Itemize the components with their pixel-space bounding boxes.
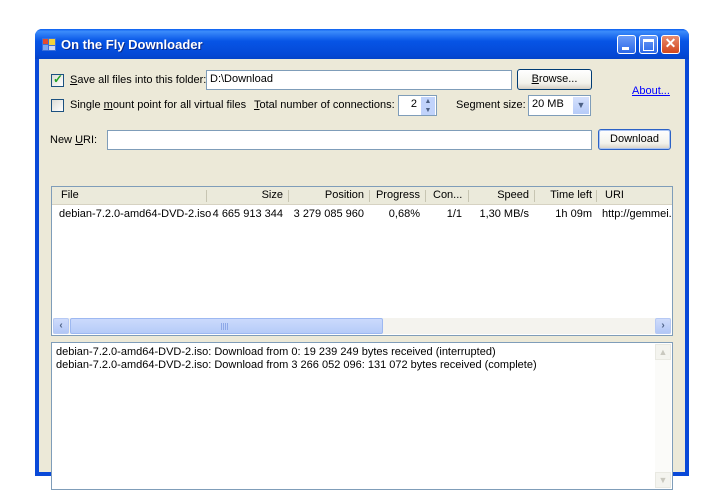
label-text: Se (456, 99, 470, 111)
checkmark-icon: ✓ (53, 72, 64, 86)
scrollbar-thumb[interactable] (70, 318, 383, 334)
cell-position: 3 279 085 960 (293, 208, 364, 220)
column-header-position[interactable]: Position (289, 189, 364, 201)
minimize-icon (622, 47, 629, 50)
new-uri-input[interactable] (107, 130, 592, 150)
download-button[interactable]: Download (598, 129, 671, 150)
save-all-label[interactable]: Save all files into this folder: (70, 74, 206, 86)
single-mount-checkbox[interactable] (51, 99, 64, 112)
label-text: ount point for all virtual files (112, 99, 247, 111)
chevron-down-icon[interactable]: ▼ (573, 97, 589, 114)
connections-label: Total number of connections: (254, 99, 395, 111)
label-text: ment size: (475, 99, 526, 111)
segment-size-select[interactable]: 20 MB ▼ (528, 95, 591, 116)
scroll-up-button[interactable]: ▲ (655, 344, 671, 360)
chevron-right-icon: › (661, 320, 665, 331)
horizontal-scrollbar[interactable]: ‹ › (53, 318, 671, 334)
log-line: debian-7.2.0-amd64-DVD-2.iso: Download f… (56, 359, 537, 371)
app-icon (42, 38, 56, 51)
cell-time-left: 1h 09m (555, 208, 592, 220)
accel-key: U (75, 134, 84, 146)
vertical-scrollbar[interactable]: ▲ ▼ (655, 344, 671, 488)
spin-down-button[interactable]: ▼ (421, 106, 435, 115)
column-header-size[interactable]: Size (207, 189, 283, 201)
connections-spinner[interactable]: 2 ▲ ▼ (398, 95, 437, 116)
scroll-left-button[interactable]: ‹ (53, 318, 69, 334)
folder-input[interactable]: D:\Download (206, 70, 512, 90)
accel-key: m (103, 99, 113, 111)
column-header-speed[interactable]: Speed (469, 189, 529, 201)
close-icon: ✕ (664, 35, 677, 51)
cell-file: debian-7.2.0-amd64-DVD-2.iso (59, 208, 212, 220)
grip-icon (221, 323, 229, 330)
cell-connections: 1/1 (446, 208, 462, 220)
minimize-button[interactable] (617, 35, 636, 54)
button-text: rowse... (538, 73, 578, 85)
column-header-progress[interactable]: Progress (370, 189, 420, 201)
close-button[interactable]: ✕ (661, 35, 680, 54)
label-text: ave all files into this folder: (77, 74, 207, 86)
spin-up-button[interactable]: ▲ (421, 97, 435, 106)
title-bar[interactable]: On the Fly Downloader ✕ (35, 29, 689, 59)
column-separator[interactable] (596, 190, 597, 202)
log-line: debian-7.2.0-amd64-DVD-2.iso: Download f… (56, 346, 496, 358)
log-textbox[interactable]: debian-7.2.0-amd64-DVD-2.iso: Download f… (51, 342, 673, 490)
column-header-file[interactable]: File (61, 189, 79, 201)
chevron-down-icon: ▼ (658, 475, 668, 485)
column-separator[interactable] (425, 190, 426, 202)
new-uri-label: New URI: (50, 134, 97, 146)
connections-value: 2 (410, 98, 417, 110)
chevron-up-icon: ▲ (658, 347, 668, 357)
cell-speed: 1,30 MB/s (479, 208, 529, 220)
scroll-down-button[interactable]: ▼ (655, 472, 671, 488)
accel-key: B (531, 73, 539, 85)
scroll-right-button[interactable]: › (655, 318, 671, 334)
segment-size-label: Segment size: (456, 99, 526, 111)
column-header-uri[interactable]: URI (605, 189, 624, 201)
chevron-left-icon: ‹ (59, 320, 63, 331)
cell-progress: 0,68% (388, 208, 420, 220)
maximize-icon (643, 39, 654, 51)
column-header-connections[interactable]: Con... (433, 189, 462, 201)
list-header: File Size Position Progress Con... Speed… (52, 187, 672, 205)
label-text: Single (70, 99, 104, 111)
label-text: RI: (83, 134, 98, 146)
label-text: New (50, 134, 76, 146)
label-text: otal number of connections: (259, 99, 395, 111)
cell-uri: http://gemmei. (602, 208, 672, 220)
save-all-checkbox[interactable]: ✓ (51, 72, 64, 87)
single-mount-label[interactable]: Single mount point for all virtual files (70, 99, 246, 111)
downloads-list[interactable]: File Size Position Progress Con... Speed… (51, 186, 673, 336)
about-link[interactable]: About... (632, 85, 670, 97)
window-title: On the Fly Downloader (61, 37, 203, 52)
cell-size: 4 665 913 344 (212, 208, 283, 220)
column-header-time-left[interactable]: Time left (535, 189, 592, 201)
app-window: On the Fly Downloader ✕ ✓ Save all files… (35, 29, 689, 490)
maximize-button[interactable] (639, 35, 658, 54)
segment-size-value: 20 MB (532, 98, 564, 110)
client-area: ✓ Save all files into this folder: D:\Do… (39, 59, 685, 490)
browse-button[interactable]: Browse... (517, 69, 592, 90)
